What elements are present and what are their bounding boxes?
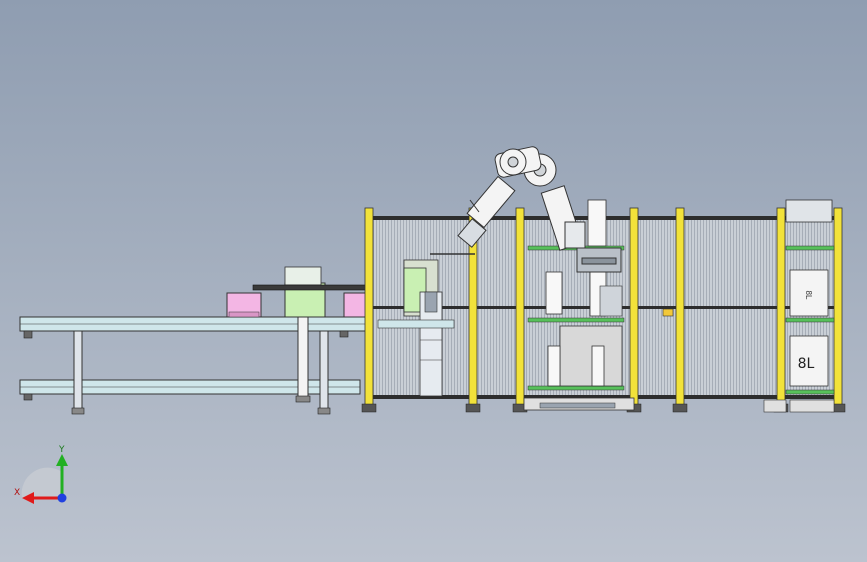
yellow-post xyxy=(515,207,525,409)
bin-marking-small: 8L xyxy=(804,291,813,300)
white-card xyxy=(547,345,561,387)
conveyor-leg xyxy=(319,330,329,412)
y-axis-label: Y xyxy=(58,445,65,455)
white-card xyxy=(591,345,605,387)
green-shelf xyxy=(527,317,625,323)
grey-box xyxy=(559,325,623,387)
green-shelf xyxy=(785,389,835,395)
cad-assembly-view: 8L 8L xyxy=(19,146,846,415)
pink-tote xyxy=(343,292,367,318)
white-card xyxy=(545,271,563,315)
door-handle xyxy=(662,308,674,317)
conveyor-leg xyxy=(73,330,83,412)
yellow-post xyxy=(675,207,685,409)
yellow-post xyxy=(364,207,374,409)
green-shelf xyxy=(785,245,835,251)
coordinate-triad: Y X xyxy=(14,445,68,504)
bin-marking: 8L xyxy=(798,356,815,372)
z-axis-dot xyxy=(57,493,67,503)
yellow-post xyxy=(629,207,639,409)
green-shelf xyxy=(785,317,835,323)
yellow-post xyxy=(776,207,786,409)
green-shelf xyxy=(527,385,625,391)
yellow-post xyxy=(833,207,843,409)
conveyor-stand xyxy=(297,311,309,401)
white-card xyxy=(587,199,607,247)
x-axis-label: X xyxy=(14,488,20,498)
